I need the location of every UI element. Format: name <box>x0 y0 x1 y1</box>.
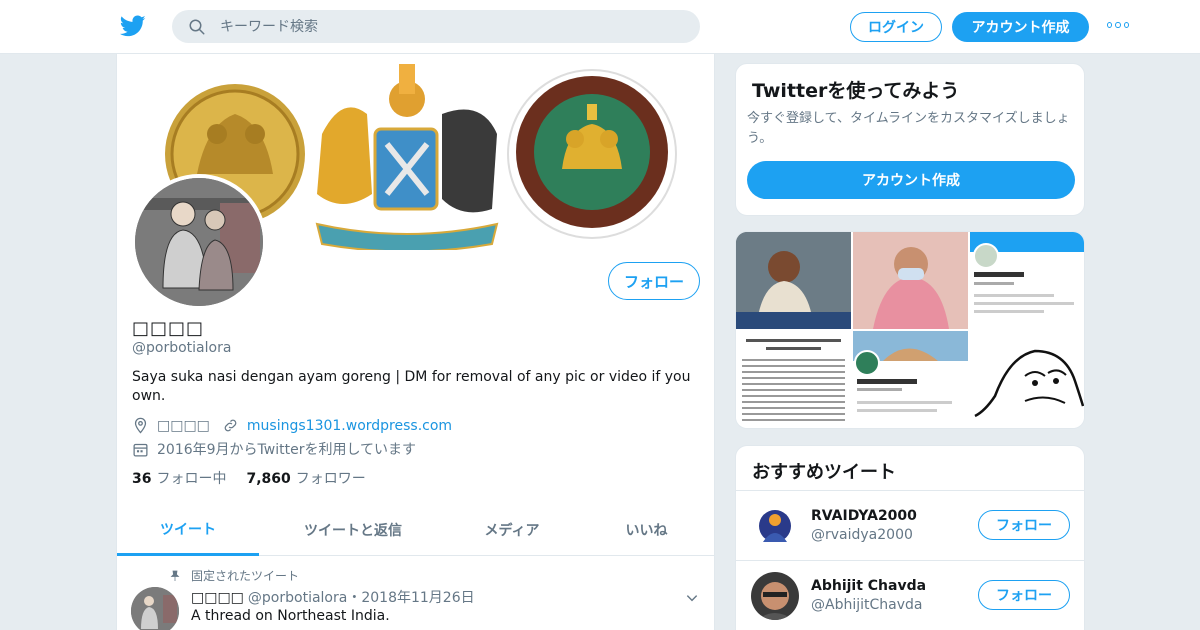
signup-card-title: Twitterを使ってみよう <box>752 80 960 102</box>
recommended-user[interactable]: Abhijit Chavda @AbhijitChavda フォロー <box>736 560 1084 630</box>
more-dots-icon[interactable] <box>1107 22 1129 30</box>
twitter-bird-icon[interactable] <box>120 13 146 39</box>
signup-card-description: 今すぐ登録して、タイムラインをカスタマイズしましょう。 <box>747 111 1070 146</box>
profile-joined-date: 2016年9月からTwitterを利用しています <box>157 442 417 458</box>
signup-card-button[interactable]: アカウント作成 <box>747 161 1075 199</box>
recommended-user-name[interactable]: RVAIDYA2000 <box>811 508 917 524</box>
recommended-user-avatar[interactable] <box>751 572 799 620</box>
recommended-user-avatar[interactable] <box>751 502 799 550</box>
follow-button[interactable]: フォロー <box>608 262 700 300</box>
followers-count-link[interactable]: 7,860 フォロワー <box>246 468 365 488</box>
recommended-title: おすすめツイート <box>752 462 896 483</box>
pinned-indicator: 固定されたツイート <box>169 567 299 584</box>
profile-website-link[interactable]: musings1301.wordpress.com <box>247 418 452 434</box>
tweet-date[interactable]: ・2018年11月26日 <box>347 590 474 606</box>
recommended-follow-button[interactable]: フォロー <box>978 580 1070 610</box>
media-thumbnail[interactable] <box>736 232 851 329</box>
profile-joined-row: 2016年9月からTwitterを利用しています <box>132 439 416 459</box>
login-button[interactable]: ログイン <box>850 12 942 42</box>
media-thumbnail[interactable] <box>970 232 1084 329</box>
calendar-icon <box>133 443 148 457</box>
tweet-text: A thread on Northeast India. <box>191 608 390 624</box>
tab-media[interactable]: メディア <box>447 504 577 556</box>
tweet-author-handle[interactable]: @porbotialora <box>248 590 347 606</box>
profile-avatar[interactable] <box>131 174 267 310</box>
tweet-author-avatar[interactable] <box>131 587 179 630</box>
profile-bio: Saya suka nasi dengan ayam goreng | DM f… <box>132 369 691 404</box>
profile-location-website: □□□□ musings1301.wordpress.com <box>132 417 452 434</box>
tab-tweets[interactable]: ツイート <box>117 504 259 556</box>
profile-location: □□□□ <box>157 417 210 434</box>
recommended-user[interactable]: RVAIDYA2000 @rvaidya2000 フォロー <box>736 490 1084 560</box>
media-thumbnail[interactable] <box>970 331 1084 428</box>
signup-card: Twitterを使ってみよう 今すぐ登録して、タイムラインをカスタマイズしましょ… <box>735 63 1085 216</box>
recommended-accounts-card: おすすめツイート RVAIDYA2000 @rvaidya2000 フォロー A… <box>735 445 1085 630</box>
recommended-user-handle[interactable]: @rvaidya2000 <box>811 527 913 543</box>
tweet-header: □□□□ @porbotialora・2018年11月26日 <box>191 587 475 607</box>
profile-tabs: ツイート ツイートと返信 メディア いいね <box>117 504 714 556</box>
profile-handle: @porbotialora <box>132 340 232 356</box>
following-count-link[interactable]: 36 フォロー中 <box>132 468 226 488</box>
pin-icon <box>170 570 180 581</box>
chevron-down-icon[interactable] <box>685 591 699 605</box>
media-grid <box>735 231 1085 429</box>
follow-counts: 36 フォロー中 7,860 フォロワー <box>132 468 366 488</box>
profile-name: □□□□ <box>132 318 205 339</box>
link-icon <box>224 419 237 432</box>
media-thumbnail[interactable] <box>736 331 851 428</box>
search-input[interactable] <box>220 18 660 35</box>
recommended-user-name[interactable]: Abhijit Chavda <box>811 578 926 594</box>
media-thumbnail[interactable] <box>853 232 968 329</box>
search-icon <box>189 19 205 34</box>
recommended-follow-button[interactable]: フォロー <box>978 510 1070 540</box>
location-pin-icon <box>134 417 147 434</box>
tweet-author-name[interactable]: □□□□ <box>191 590 244 606</box>
recommended-user-handle[interactable]: @AbhijitChavda <box>811 597 922 613</box>
tab-likes[interactable]: いいね <box>577 504 714 556</box>
profile-column: フォロー □□□□ @porbotialora Saya suka nasi d… <box>116 54 715 630</box>
media-thumbnail[interactable] <box>853 331 968 428</box>
search-box[interactable] <box>172 10 700 43</box>
tab-tweets-and-replies[interactable]: ツイートと返信 <box>259 504 447 556</box>
signup-button[interactable]: アカウント作成 <box>952 12 1089 42</box>
top-navigation-bar: ログイン アカウント作成 <box>0 0 1200 54</box>
